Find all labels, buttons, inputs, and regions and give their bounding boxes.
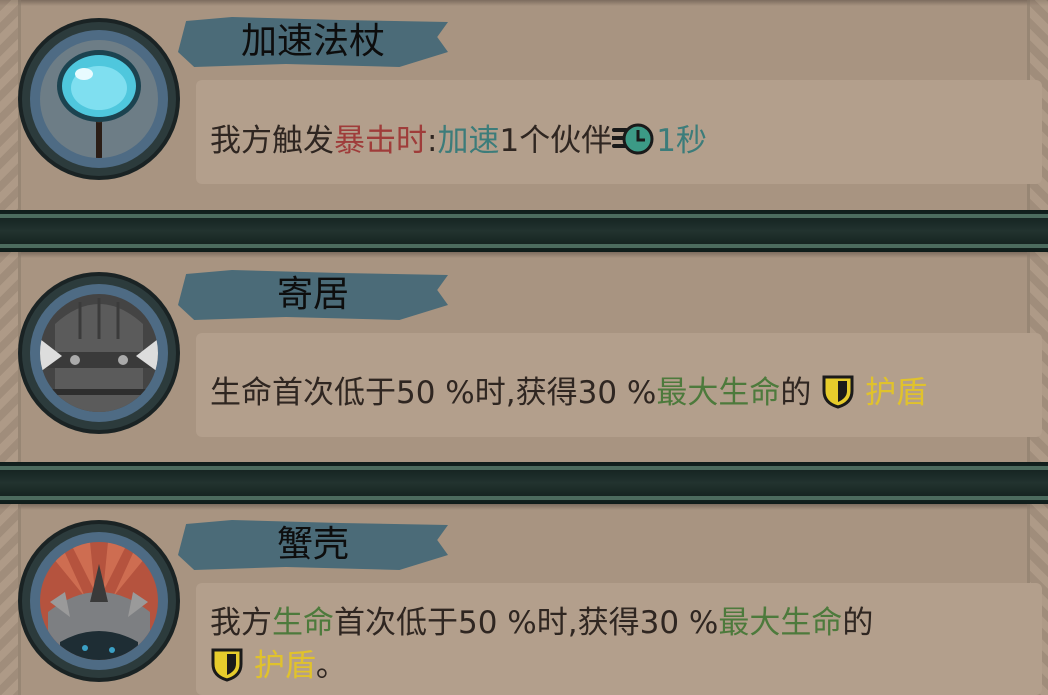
desc-text: 的: [842, 605, 874, 641]
blue-orb-staff-icon: [22, 22, 176, 176]
relic-description: 生命首次低于50 %时,获得30 %最大生命的 护盾: [210, 367, 927, 417]
keyword-haste: 加速: [437, 123, 500, 159]
iron-helmet-icon: [22, 276, 176, 430]
relic-title: 加速法杖: [240, 21, 385, 62]
keyword-crit: 暴击时: [334, 123, 427, 159]
relic-title: 寄居: [276, 274, 349, 315]
desc-text: 我方触发: [210, 123, 334, 159]
desc-text: 首次低于50 %时,获得30 %: [334, 605, 719, 641]
keyword-max-hp: 最大生命: [656, 375, 781, 411]
desc-text: 生命首次低于50 %时,获得30 %: [210, 375, 657, 411]
relic-title: 蟹壳: [276, 524, 349, 565]
relic-list: 加速法杖 寄居 蟹壳 我方触发暴击时:加速1个伙伴 1秒 生命首次低于50 %时,…: [0, 0, 1048, 695]
haste-clock-icon: [610, 121, 656, 165]
shield-icon: [821, 373, 855, 417]
keyword-shield: 护盾: [865, 375, 928, 411]
desc-text: :: [427, 123, 438, 159]
keyword-max-hp: 最大生命: [718, 605, 843, 641]
relic-description: 我方触发暴击时:加速1个伙伴 1秒: [210, 115, 707, 165]
shield-icon: [210, 646, 244, 690]
card-divider: [0, 210, 1048, 252]
relic-description: 我方生命首次低于50 %时,获得30 %最大生命的: [210, 597, 873, 642]
desc-text: 的: [780, 375, 812, 411]
desc-text: 我方: [210, 605, 272, 641]
haste-duration: 1秒: [656, 123, 707, 159]
card-divider: [0, 462, 1048, 504]
frame-ornament-left: [0, 504, 21, 695]
keyword-shield: 护盾: [253, 648, 316, 684]
spiked-shell-icon: [22, 524, 176, 678]
relic-description-cont: 护盾。: [210, 640, 347, 690]
desc-text: 。: [315, 648, 347, 684]
keyword-hp: 生命: [272, 605, 334, 641]
frame-ornament-left: [0, 0, 21, 210]
frame-ornament-left: [0, 252, 21, 462]
desc-text: 个伙伴: [519, 123, 613, 159]
desc-number: 1: [499, 123, 520, 159]
